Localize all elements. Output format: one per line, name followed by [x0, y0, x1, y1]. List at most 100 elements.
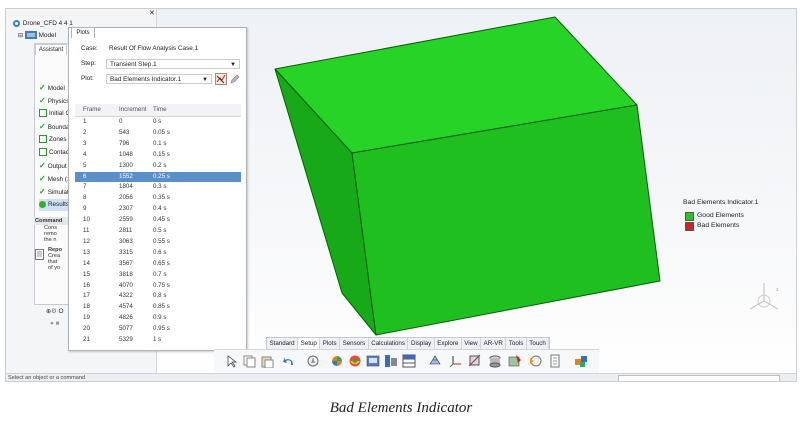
ball-icon[interactable]	[348, 354, 362, 368]
table-row[interactable]: 11 2811 0.5 s	[75, 226, 241, 237]
cell-time: 0.95 s	[153, 325, 170, 333]
cell-frame: 6	[83, 172, 87, 180]
cell-frame: 17	[83, 292, 90, 300]
checkbox-icon	[39, 135, 47, 144]
tab-plots[interactable]: Plots	[320, 338, 341, 349]
legend-item-good: Good Elements	[683, 211, 759, 221]
cell-time: 0.5 s	[153, 227, 167, 234]
cell-time: 0.45 s	[153, 216, 170, 224]
cut-icon[interactable]	[468, 354, 482, 368]
table-row[interactable]: 3 796 0.1 s	[75, 139, 241, 150]
tab-ar-vr[interactable]: AR-VR	[481, 338, 507, 349]
table-row[interactable]: 15 3818 0.7 s	[75, 270, 241, 281]
assembly-icon[interactable]	[574, 354, 588, 368]
cell-time: 0.2 s	[153, 161, 167, 169]
tab-setup[interactable]: Setup	[298, 338, 321, 349]
table-row[interactable]: 12 3063 0.55 s	[75, 237, 241, 248]
table-row[interactable]: 8 2056 0.35 s	[75, 193, 241, 204]
tree-model-label: Model	[38, 32, 56, 39]
tab-display[interactable]: Display	[408, 338, 435, 349]
cell-frame: 21	[83, 336, 90, 343]
edit-pencil-icon[interactable]	[229, 73, 241, 85]
table-row[interactable]: 10 2559 0.45 s	[75, 215, 241, 226]
table-row[interactable]: 9 2307 0.4 s	[75, 204, 241, 215]
3d-viewport[interactable]	[246, 9, 796, 339]
cell-frame: 18	[83, 303, 90, 311]
close-icon[interactable]: ✕	[149, 9, 159, 21]
table-row[interactable]: 17 4322 0.8 s	[75, 291, 241, 302]
pointer-icon[interactable]	[224, 354, 238, 368]
sensor-icon[interactable]	[384, 354, 398, 368]
command-input[interactable]	[618, 375, 780, 381]
legend-label: Good Elements	[697, 212, 744, 219]
tab-sensors[interactable]: Sensors	[340, 338, 369, 349]
cell-frame: 4	[83, 150, 87, 158]
cell-time: 0.15 s	[153, 150, 170, 158]
table-row[interactable]: 1 0 0 s	[75, 117, 241, 128]
tree-model[interactable]: ⊟ Model	[18, 31, 56, 41]
image-icon[interactable]	[366, 354, 380, 368]
table-row[interactable]: 7 1804 0.3 s	[75, 182, 241, 193]
table-row[interactable]: 4 1048 0.15 s	[75, 150, 241, 161]
table-row[interactable]: 6 1552 0.25 s	[75, 171, 241, 183]
paste-icon[interactable]	[260, 354, 274, 368]
cell-increment: 2307	[119, 205, 133, 213]
cell-increment: 3567	[119, 259, 133, 267]
table-row[interactable]: 2 543 0.05 s	[75, 128, 241, 139]
tree-item-o[interactable]: ⊕⚙ O	[46, 307, 64, 317]
step-dropdown[interactable]: Transient Step.1 ▼	[106, 59, 240, 69]
tree-item-extra: ● ■	[50, 320, 60, 327]
flow-icon[interactable]	[528, 354, 542, 368]
copy-icon[interactable]	[242, 354, 256, 368]
checkbox-icon	[39, 109, 47, 118]
table-row[interactable]: 21 5329 1 s	[75, 335, 241, 346]
cylinder-icon[interactable]	[488, 354, 502, 368]
table-icon[interactable]	[402, 354, 416, 368]
plots-tab[interactable]: Plots	[71, 27, 95, 38]
cell-time: 0.85 s	[153, 303, 170, 311]
render-icon[interactable]	[330, 354, 344, 368]
chevron-down-icon: ▼	[230, 62, 236, 68]
axis-triad-icon[interactable]: z	[746, 279, 782, 319]
tab-calculations[interactable]: Calculations	[369, 338, 409, 349]
table-row[interactable]: 14 3567 0.65 s	[75, 259, 241, 270]
tree-root[interactable]: Drone_CFD 4 4 1	[12, 19, 73, 29]
cell-time: 0.7 s	[153, 270, 167, 278]
chevron-down-icon: ▼	[202, 77, 208, 83]
assistant-tab[interactable]: Assistant	[35, 44, 67, 55]
table-row[interactable]: 16 4070 0.75 s	[75, 281, 241, 292]
cell-increment: 1048	[119, 150, 133, 158]
cell-frame: 7	[83, 183, 87, 191]
status-dot-icon	[39, 200, 46, 208]
document-icon[interactable]	[548, 354, 562, 368]
step-value: Transient Step.1	[110, 61, 157, 68]
case-value: Result Of Flow Analysis Case.1	[109, 45, 199, 52]
cell-time: 0.3 s	[153, 183, 167, 191]
plot-settings-icon[interactable]	[215, 73, 227, 85]
compass-icon[interactable]	[306, 354, 320, 368]
undo-icon[interactable]	[282, 354, 296, 368]
gear-icon: ⚙	[51, 308, 57, 315]
cell-increment: 1804	[119, 183, 133, 191]
legend-item-bad: Bad Elements	[683, 221, 759, 231]
table-row[interactable]: 13 3315 0.6 s	[75, 248, 241, 259]
tab-tools[interactable]: Tools	[506, 338, 527, 349]
mesh-icon[interactable]	[428, 354, 442, 368]
table-row[interactable]: 18 4574 0.85 s	[75, 302, 241, 313]
tab-standard[interactable]: Standard	[267, 338, 299, 349]
table-row[interactable]: 19 4826 0.9 s	[75, 313, 241, 324]
cell-time: 0.1 s	[153, 139, 167, 147]
boundary-icon[interactable]	[508, 354, 522, 368]
axis-icon[interactable]	[448, 354, 462, 368]
tab-view[interactable]: View	[462, 338, 482, 349]
cell-increment: 543	[119, 128, 130, 136]
cell-time: 0.05 s	[153, 128, 170, 136]
tab-touch[interactable]: Touch	[527, 338, 550, 349]
cell-frame: 14	[83, 259, 90, 267]
product-icon	[13, 20, 20, 27]
tab-explore[interactable]: Explore	[435, 338, 462, 349]
table-row[interactable]: 20 5077 0.95 s	[75, 324, 241, 335]
plot-dropdown[interactable]: Bad Elements Indicator.1 ▼	[106, 74, 212, 84]
table-row[interactable]: 5 1300 0.2 s	[75, 161, 241, 172]
collapse-icon[interactable]: ⊟	[18, 33, 23, 39]
